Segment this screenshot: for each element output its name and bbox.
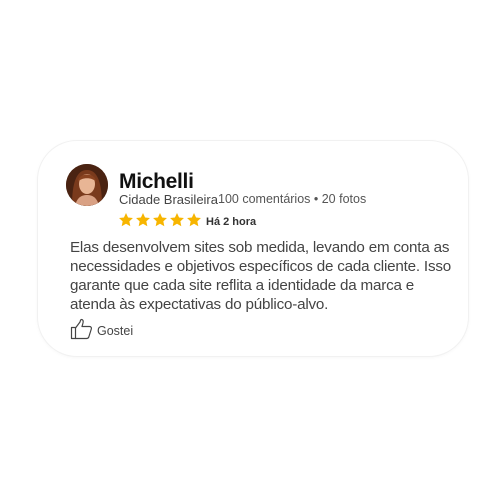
like-button[interactable]: Gostei: [70, 318, 133, 345]
star-icon: [170, 213, 184, 227]
review-time: Há 2 hora: [206, 216, 257, 228]
like-label: Gostei: [97, 324, 134, 339]
star-rating: [118, 212, 202, 228]
thumbs-up-icon: [70, 318, 93, 345]
author-location: Cidade Brasileira: [119, 192, 218, 207]
star-icon: [136, 213, 150, 227]
author-name[interactable]: Michelli: [119, 171, 194, 192]
author-stats: 100 comentários • 20 fotos: [218, 192, 367, 206]
star-icon: [187, 213, 201, 227]
review-text: Elas desenvolvem sites sob medida, levan…: [70, 239, 451, 313]
avatar[interactable]: [66, 164, 108, 206]
star-icon: [119, 213, 133, 227]
star-icon: [153, 213, 167, 227]
